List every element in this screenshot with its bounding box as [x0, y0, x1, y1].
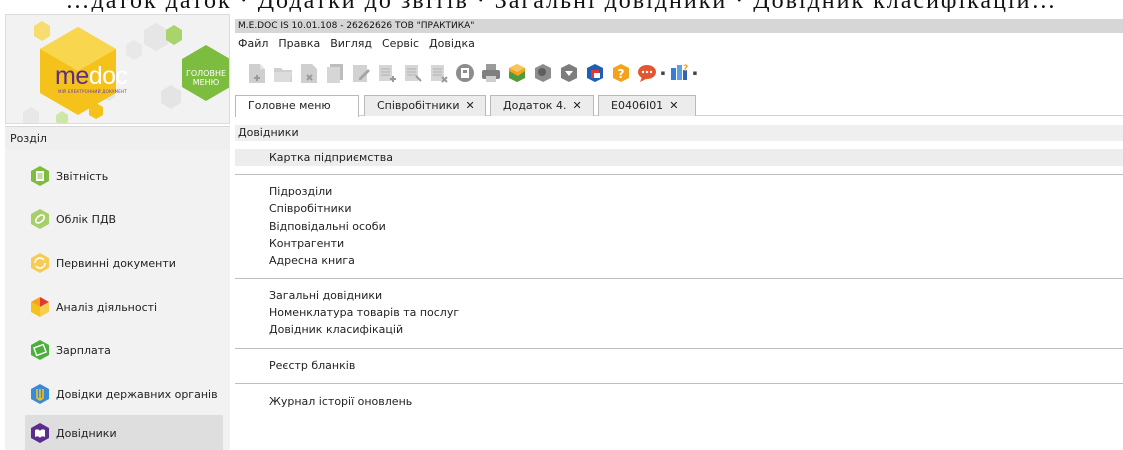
- logo-subtitle: МІЙ ЕЛЕКТРОННИЙ ДОКУМЕНТ: [58, 89, 127, 94]
- shield-icon[interactable]: [556, 60, 582, 86]
- info-icon[interactable]: ?: [666, 60, 692, 86]
- vat-icon: [31, 209, 49, 229]
- list-item-counterparties[interactable]: Контрагенти: [235, 235, 1123, 252]
- sidebar-item-label: Зарплата: [56, 343, 111, 357]
- list-item-classifications[interactable]: Довідник класифікацій: [235, 321, 1123, 338]
- sidebar-item-primary-docs[interactable]: Первинні документи: [25, 245, 223, 281]
- sidebar-item-salary[interactable]: Зарплата: [25, 332, 223, 368]
- tab-employees[interactable]: Співробітники ✕: [364, 95, 486, 116]
- tab-label: Головне меню: [248, 99, 331, 112]
- tab-e0406i01[interactable]: E0406I01 ✕: [598, 95, 696, 116]
- sidebar-item-label: Довідки державних органів: [56, 387, 218, 401]
- tab-bar: Головне меню Співробітники ✕ Додаток 4. ✕ …: [235, 95, 1123, 117]
- menu-service[interactable]: Сервіс: [379, 37, 419, 53]
- menu-file[interactable]: Файл: [235, 37, 268, 53]
- divider: [235, 348, 1123, 349]
- print-icon[interactable]: [478, 60, 504, 86]
- tab-appendix-4[interactable]: Додаток 4. ✕: [490, 95, 594, 116]
- close-icon[interactable]: ✕: [466, 99, 475, 112]
- salary-icon: [31, 340, 49, 360]
- menu-view[interactable]: Вигляд: [327, 37, 372, 53]
- menu-help[interactable]: Довідка: [426, 37, 475, 53]
- window-title: M.E.DOC IS 10.01.108 - 26262626 ТОВ "ПРА…: [238, 21, 475, 31]
- directories-icon: [31, 423, 49, 443]
- delete-row-icon[interactable]: [426, 60, 452, 86]
- sidebar-header: Розділ: [5, 126, 230, 150]
- tab-label: E0406I01: [611, 99, 664, 112]
- list-item-address-book[interactable]: Адресна книга: [235, 252, 1123, 269]
- sync-icon[interactable]: [582, 60, 608, 86]
- open-document-icon[interactable]: [270, 60, 296, 86]
- info-dropdown-icon[interactable]: ▪: [692, 69, 698, 77]
- list-item-responsible-persons[interactable]: Відповідальні особи: [235, 218, 1123, 235]
- divider: [235, 383, 1123, 384]
- sidebar-item-reports[interactable]: Звітність: [25, 158, 223, 194]
- primary-docs-icon: [31, 253, 49, 273]
- list-item-subdivisions[interactable]: Підрозділи: [235, 183, 1123, 200]
- state-certificates-icon: [31, 384, 49, 404]
- close-icon[interactable]: ✕: [572, 99, 581, 112]
- list-item-forms-registry[interactable]: Реєстр бланків: [235, 357, 1123, 374]
- sidebar-item-directories[interactable]: Довідники: [25, 415, 223, 450]
- send-icon[interactable]: [504, 60, 530, 86]
- tab-main-menu[interactable]: Головне меню: [235, 95, 359, 117]
- sidebar-item-vat[interactable]: Облік ПДВ: [25, 201, 223, 237]
- chat-icon[interactable]: [634, 60, 660, 86]
- sidebar-item-label: Облік ПДВ: [56, 212, 117, 226]
- sidebar-item-label: Аналіз діяльності: [56, 300, 158, 314]
- list-item-general-directories[interactable]: Загальні довідники: [235, 287, 1123, 304]
- sidebar-item-label: Довідники: [56, 426, 117, 440]
- svg-text:?: ?: [618, 67, 625, 81]
- sidebar-item-label: Звітність: [56, 169, 109, 183]
- help-icon[interactable]: ?: [608, 60, 634, 86]
- find-row-icon[interactable]: [400, 60, 426, 86]
- top-heading-strip: …даток даток · Додатки до звітів · Загал…: [0, 0, 1123, 12]
- logo-text: medoc: [55, 62, 128, 90]
- close-icon[interactable]: ✕: [669, 99, 678, 112]
- content-header: Довідники: [235, 125, 1123, 141]
- divider: [235, 278, 1123, 279]
- top-heading-text: …даток даток · Додатки до звітів · Загал…: [0, 0, 1123, 12]
- sidebar-item-label: Первинні документи: [56, 256, 176, 270]
- search-settings-icon[interactable]: [530, 60, 556, 86]
- delete-document-icon[interactable]: [296, 60, 322, 86]
- menu-bar: Файл Правка Вигляд Сервіс Довідка: [235, 37, 482, 53]
- copy-document-icon[interactable]: [322, 60, 348, 86]
- add-document-icon[interactable]: [244, 60, 270, 86]
- sidebar: Звітність Облік ПДВ Первинні документи А…: [5, 150, 230, 450]
- add-row-icon[interactable]: [374, 60, 400, 86]
- logo-panel: medoc МІЙ ЕЛЕКТРОННИЙ ДОКУМЕНТ ГОЛОВНЕ М…: [5, 14, 230, 124]
- tab-label: Додаток 4.: [503, 99, 567, 112]
- svg-text:?: ?: [683, 64, 688, 74]
- menu-edit[interactable]: Правка: [275, 37, 320, 53]
- list-item-company-card[interactable]: Картка підприємства: [235, 149, 1123, 166]
- divider: [235, 174, 1123, 175]
- report-icon: [31, 166, 49, 186]
- list-item-goods-nomenclature[interactable]: Номенклатура товарів та послуг: [235, 304, 1123, 321]
- sidebar-item-analysis[interactable]: Аналіз діяльності: [25, 289, 223, 325]
- window-title-bar: M.E.DOC IS 10.01.108 - 26262626 ТОВ "ПРА…: [235, 19, 1123, 33]
- sidebar-item-state-certificates[interactable]: Довідки державних органів: [25, 376, 223, 412]
- toolbar: ? ▪ ? ▪: [244, 60, 698, 86]
- analysis-icon: [31, 297, 49, 317]
- edit-document-icon[interactable]: [348, 60, 374, 86]
- main-menu-button[interactable]: ГОЛОВНЕ МЕНЮ: [183, 53, 229, 103]
- list-item-employees[interactable]: Співробітники: [235, 200, 1123, 217]
- view-icon[interactable]: [452, 60, 478, 86]
- tab-label: Співробітники: [377, 99, 460, 112]
- list-item-update-history[interactable]: Журнал історії оновлень: [235, 393, 1123, 410]
